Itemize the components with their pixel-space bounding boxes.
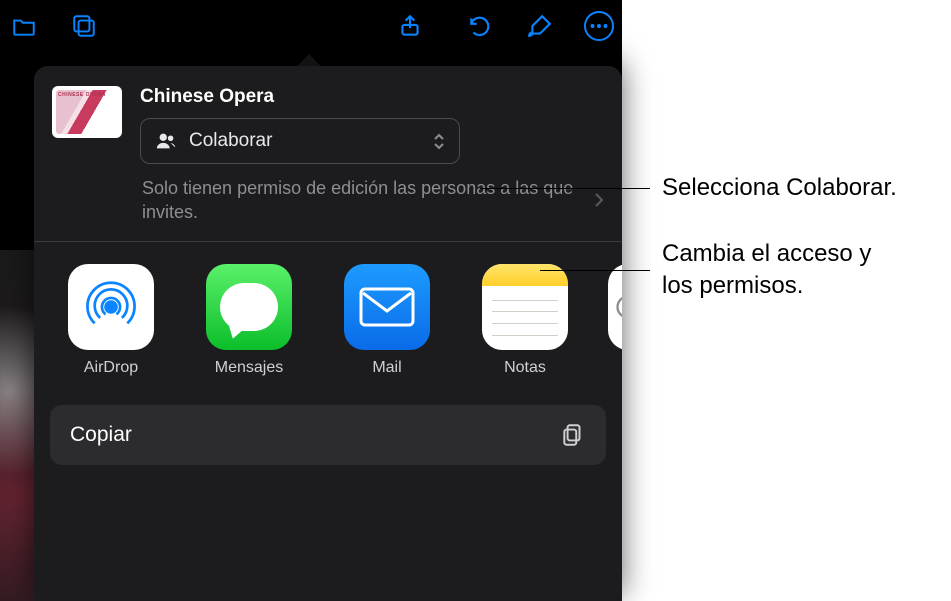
airdrop-label: AirDrop: [84, 358, 138, 377]
callout-text: Selecciona Colaborar.: [650, 172, 897, 204]
callout-text: Cambia el acceso y los permisos.: [650, 238, 871, 303]
airdrop-icon: [68, 264, 154, 350]
collaborate-select[interactable]: Colaborar: [140, 118, 460, 164]
messages-icon: [206, 264, 292, 350]
copy-button[interactable]: Copiar: [50, 405, 606, 465]
messages-label: Mensajes: [215, 358, 283, 377]
messages-app[interactable]: Mensajes: [194, 264, 304, 377]
share-apps-row: AirDrop Mensajes Mail: [34, 242, 622, 395]
callout-leader-line: [540, 270, 650, 271]
brush-icon[interactable]: [524, 10, 556, 42]
more-icon[interactable]: [584, 11, 614, 41]
document-title: Chinese Opera: [140, 86, 604, 108]
copy-icon: [560, 422, 586, 448]
notes-label: Notas: [504, 358, 546, 377]
chevron-updown-icon: [433, 133, 445, 150]
folder-icon[interactable]: [8, 10, 40, 42]
airdrop-app[interactable]: AirDrop: [56, 264, 166, 377]
collaborate-label: Colaborar: [189, 130, 272, 152]
mail-label: Mail: [372, 358, 401, 377]
undo-icon[interactable]: [464, 10, 496, 42]
document-thumbnail: CHINESE OPERA: [52, 86, 122, 138]
sheet-header: CHINESE OPERA Chinese Opera Colaborar: [34, 66, 622, 172]
callout-leader-line: [480, 188, 650, 189]
callout-change-permissions: Cambia el acceso y los permisos.: [540, 238, 871, 303]
mail-app[interactable]: Mail: [332, 264, 442, 377]
photos-icon[interactable]: [68, 10, 100, 42]
mail-icon: [344, 264, 430, 350]
thumbnail-caption: CHINESE OPERA: [58, 92, 106, 98]
device-area: CHINESE OPERA Chinese Opera Colaborar So…: [0, 0, 622, 601]
top-toolbar: [0, 0, 622, 52]
copy-label: Copiar: [70, 423, 132, 447]
people-icon: [155, 130, 177, 152]
share-icon[interactable]: [394, 10, 426, 42]
background-image-strip: [0, 250, 34, 601]
share-sheet: CHINESE OPERA Chinese Opera Colaborar So…: [34, 66, 622, 601]
callout-select-collaborate: Selecciona Colaborar.: [480, 172, 897, 204]
